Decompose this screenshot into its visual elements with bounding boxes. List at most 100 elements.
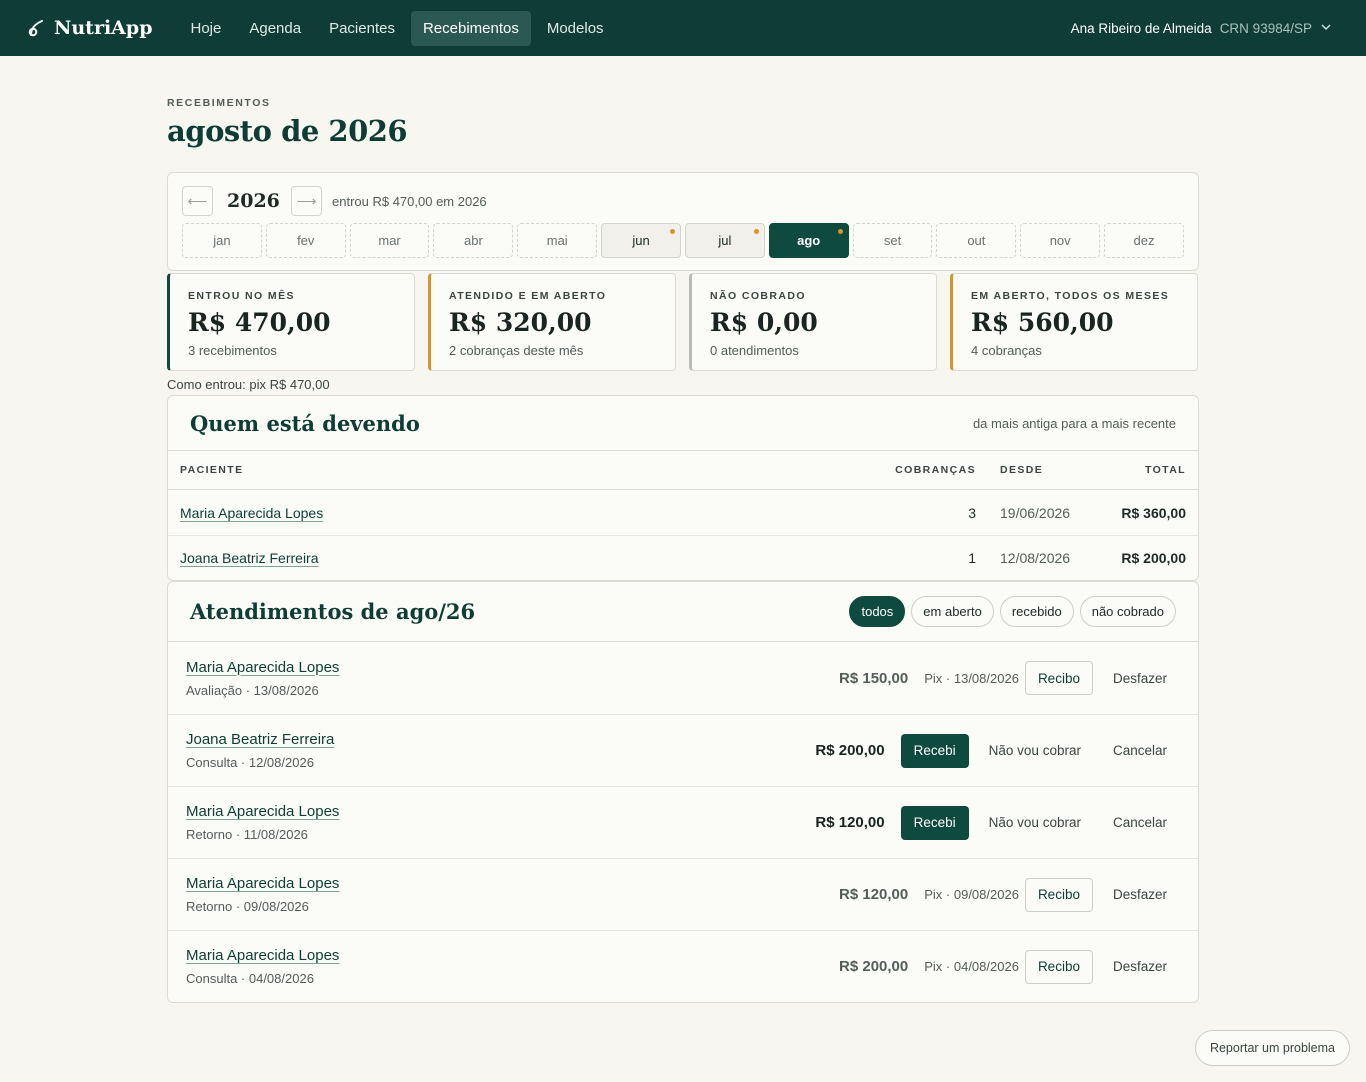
pending-dot <box>753 229 759 234</box>
stat-value: R$ 470,00 <box>188 308 331 337</box>
prev-year-button[interactable]: ⟵ <box>182 186 213 216</box>
list-item: Maria Aparecida Lopes Consulta · 04/08/2… <box>168 930 1198 1002</box>
year-label: 2026 <box>227 190 280 212</box>
appointment-detail: Consulta · 12/08/2026 <box>186 755 314 770</box>
pending-dot <box>669 229 675 234</box>
month-dez[interactable]: dez <box>1104 223 1184 258</box>
arrow-right-icon: ⟶ <box>296 192 317 209</box>
main-nav: Hoje Agenda Pacientes Recebimentos Model… <box>179 10 616 46</box>
appointment-detail: Consulta · 04/08/2026 <box>186 971 314 986</box>
received-button[interactable]: Recebi <box>900 733 969 768</box>
month-abr[interactable]: abr <box>433 223 514 258</box>
owing-title: Quem está devendo <box>190 410 420 436</box>
undo-button[interactable]: Desfazer <box>1113 959 1167 974</box>
month-jun[interactable]: jun <box>601 223 681 258</box>
month-ago[interactable]: ago <box>768 223 849 258</box>
brand-name: NutriApp <box>54 17 153 39</box>
months-row: jan fev mar abr mai jun jul ago set out … <box>182 223 1184 258</box>
page-title: agosto de 2026 <box>167 114 408 148</box>
appointment-detail: Retorno · 09/08/2026 <box>186 899 309 914</box>
patient-link[interactable]: Joana Beatriz Ferreira <box>180 550 319 566</box>
wont-charge-button[interactable]: Não vou cobrar <box>989 743 1081 758</box>
appointment-amount: R$ 120,00 <box>839 886 909 903</box>
payment-method-summary: Como entrou: pix R$ 470,00 <box>167 377 330 392</box>
arrow-left-icon: ⟵ <box>187 192 208 209</box>
cancel-button[interactable]: Cancelar <box>1113 743 1167 758</box>
received-button[interactable]: Recebi <box>900 805 969 840</box>
nav-item-pacientes[interactable]: Pacientes <box>317 11 407 46</box>
month-set[interactable]: set <box>852 223 933 258</box>
patient-link[interactable]: Maria Aparecida Lopes <box>186 659 339 676</box>
month-fev[interactable]: fev <box>265 223 346 258</box>
patient-link[interactable]: Maria Aparecida Lopes <box>186 875 339 892</box>
appointment-amount: R$ 120,00 <box>815 814 885 831</box>
payment-info: Pix · 09/08/2026 <box>924 887 1019 902</box>
nav-item-modelos[interactable]: Modelos <box>535 11 616 46</box>
stats-row: ENTROU NO MÊS R$ 470,00 3 recebimentos A… <box>167 273 1199 371</box>
table-row: Maria Aparecida Lopes 3 19/06/2026 R$ 36… <box>180 504 1186 521</box>
appointment-amount: R$ 150,00 <box>839 669 909 687</box>
stat-card-em-aberto-mes: ATENDIDO E EM ABERTO R$ 320,00 2 cobranç… <box>428 273 676 371</box>
month-jul[interactable]: jul <box>684 223 765 258</box>
appointments-panel: Atendimentos de ago/26 todos em aberto r… <box>167 581 1199 1003</box>
patient-link[interactable]: Maria Aparecida Lopes <box>180 505 323 521</box>
filter-todos[interactable]: todos <box>849 596 906 627</box>
next-year-button[interactable]: ⟶ <box>291 186 322 216</box>
stat-value: R$ 560,00 <box>971 308 1114 337</box>
user-name: Ana Ribeiro de Almeida <box>1070 20 1212 36</box>
appointment-amount: R$ 200,00 <box>839 958 909 975</box>
patient-link[interactable]: Joana Beatriz Ferreira <box>186 731 334 748</box>
month-mar[interactable]: mar <box>349 223 430 258</box>
year-total-note: entrou R$ 470,00 em 2026 <box>332 193 487 209</box>
brand[interactable]: NutriApp <box>28 17 153 39</box>
list-item: Joana Beatriz Ferreira Consulta · 12/08/… <box>168 714 1198 786</box>
top-navbar: NutriApp Hoje Agenda Pacientes Recebimen… <box>0 0 1366 56</box>
table-row: Joana Beatriz Ferreira 1 12/08/2026 R$ 2… <box>168 535 1198 580</box>
filter-em-aberto[interactable]: em aberto <box>911 596 994 627</box>
month-jan[interactable]: jan <box>182 223 262 258</box>
patient-link[interactable]: Maria Aparecida Lopes <box>186 947 339 964</box>
payment-info: Pix · 04/08/2026 <box>924 959 1019 974</box>
appointment-detail: Avaliação · 13/08/2026 <box>186 682 319 698</box>
undo-button[interactable]: Desfazer <box>1113 887 1167 902</box>
stat-card-nao-cobrado: NÃO COBRADO R$ 0,00 0 atendimentos <box>689 273 937 371</box>
appointment-amount: R$ 200,00 <box>815 742 885 759</box>
stat-value: R$ 320,00 <box>449 308 592 337</box>
receipt-button[interactable]: Recibo <box>1024 877 1093 912</box>
nav-item-hoje[interactable]: Hoje <box>179 11 234 46</box>
chevron-down-icon <box>1320 21 1332 36</box>
cancel-button[interactable]: Cancelar <box>1113 815 1167 830</box>
user-crn: CRN 93984/SP <box>1219 20 1312 36</box>
appointments-title: Atendimentos de ago/26 <box>190 599 476 624</box>
stat-card-entrou: ENTROU NO MÊS R$ 470,00 3 recebimentos <box>167 273 415 371</box>
main-content: RECEBIMENTOS agosto de 2026 ⟵ 2026 ⟶ ent… <box>167 56 1199 1003</box>
stat-card-em-aberto-total: EM ABERTO, TODOS OS MESES R$ 560,00 4 co… <box>950 273 1198 371</box>
month-out[interactable]: out <box>936 223 1017 258</box>
month-mai[interactable]: mai <box>517 223 598 258</box>
payment-info: Pix · 13/08/2026 <box>924 670 1019 686</box>
pending-dot <box>837 229 843 234</box>
status-filters: todos em aberto recebido não cobrado <box>849 596 1176 627</box>
receipt-button[interactable]: Recibo <box>1024 661 1093 695</box>
page-eyebrow: RECEBIMENTOS <box>167 97 271 109</box>
receipt-button[interactable]: Recibo <box>1024 949 1093 984</box>
owing-panel: Quem está devendo da mais antiga para a … <box>167 395 1199 581</box>
owing-table-header: PACIENTE COBRANÇAS DESDE TOTAL <box>168 451 1198 490</box>
month-nov[interactable]: nov <box>1020 223 1101 258</box>
owing-sort-note: da mais antiga para a mais recente <box>972 415 1176 431</box>
user-menu[interactable]: Ana Ribeiro de Almeida CRN 93984/SP <box>1071 21 1332 36</box>
nav-item-agenda[interactable]: Agenda <box>237 11 313 46</box>
stat-value: R$ 0,00 <box>710 308 818 337</box>
filter-recebido[interactable]: recebido <box>999 596 1074 627</box>
report-problem-button[interactable]: Reportar um problema <box>1194 1030 1350 1066</box>
list-item: Maria Aparecida Lopes Retorno · 11/08/20… <box>168 786 1198 858</box>
wont-charge-button[interactable]: Não vou cobrar <box>989 815 1081 830</box>
leaf-logo-icon <box>28 19 44 37</box>
list-item: Maria Aparecida Lopes Retorno · 09/08/20… <box>168 858 1198 930</box>
patient-link[interactable]: Maria Aparecida Lopes <box>186 803 339 820</box>
list-item: Maria Aparecida Lopes Avaliação · 13/08/… <box>168 642 1198 714</box>
filter-nao-cobrado[interactable]: não cobrado <box>1079 596 1176 627</box>
appointment-detail: Retorno · 11/08/2026 <box>186 827 308 842</box>
undo-button[interactable]: Desfazer <box>1113 671 1167 686</box>
nav-item-recebimentos[interactable]: Recebimentos <box>410 10 531 46</box>
